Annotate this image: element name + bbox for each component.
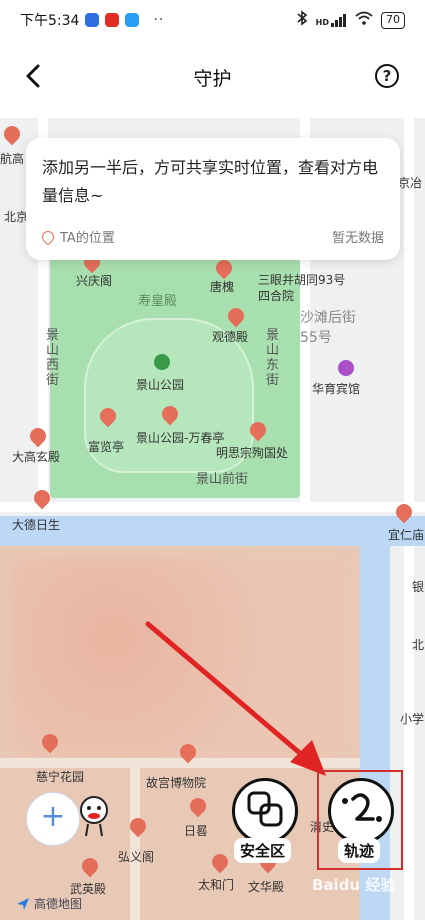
watermark: Baidu 经验 (312, 876, 396, 894)
annotation-highlight-box (317, 770, 403, 870)
map-brand: 高德地图 (16, 895, 82, 912)
avatar-sticker (74, 794, 114, 838)
safe-zone-label[interactable]: 安全区 (234, 838, 292, 863)
safe-zone-icon (247, 791, 283, 827)
add-button[interactable]: + (26, 792, 80, 846)
safe-zone-button[interactable] (232, 778, 298, 844)
navigation-arrow-icon (17, 897, 29, 910)
